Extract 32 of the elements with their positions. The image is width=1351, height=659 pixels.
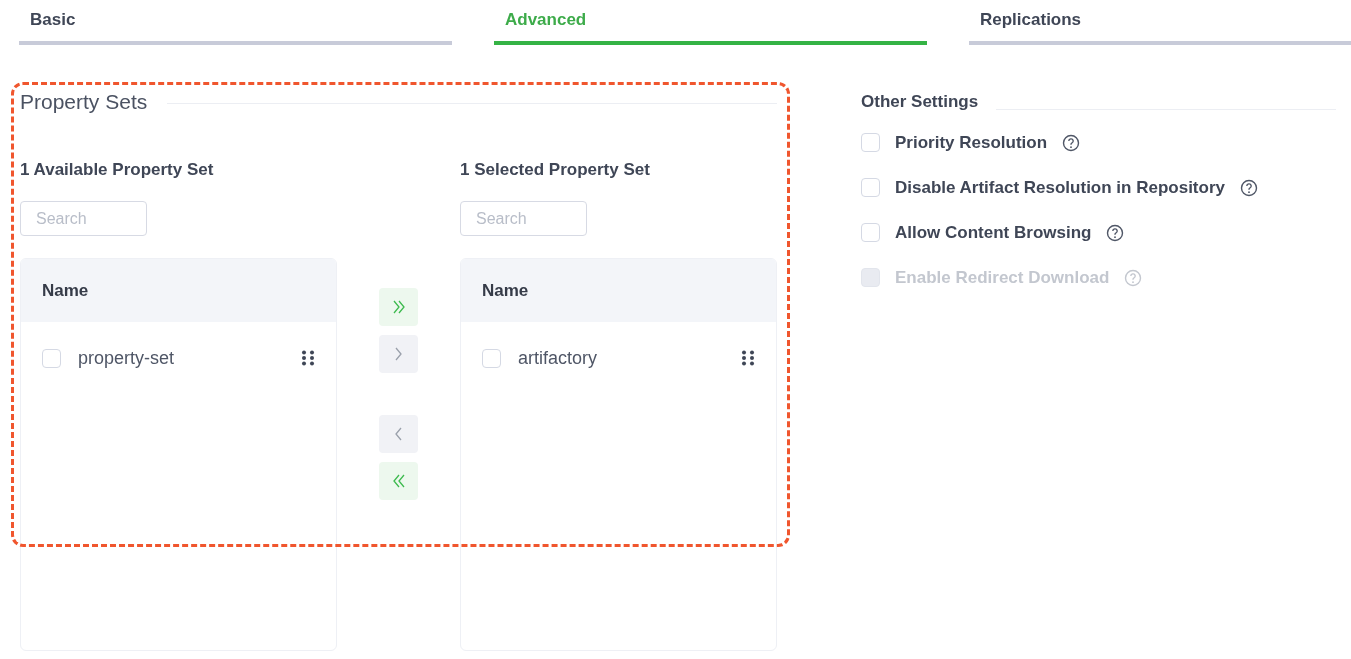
checkbox[interactable] (861, 178, 880, 197)
search-field[interactable]: Search (20, 201, 147, 236)
column-header: Name (482, 280, 529, 301)
option-label: Priority Resolution (895, 132, 1048, 153)
list-heading: 1 Selected Property Set (460, 160, 651, 180)
chevron-icon (392, 300, 405, 314)
help-icon[interactable] (1106, 223, 1125, 242)
tab[interactable]: Basic (19, 10, 452, 45)
transfer-button[interactable] (379, 288, 418, 326)
section-title: Property Sets (20, 90, 148, 114)
checkbox[interactable] (861, 223, 880, 242)
checkbox[interactable] (861, 133, 880, 152)
drag-handle-icon[interactable] (741, 350, 755, 366)
section-title: Other Settings (861, 92, 979, 112)
list-item[interactable]: artifactory (518, 347, 741, 369)
help-icon[interactable] (1062, 133, 1081, 152)
drag-handle-icon[interactable] (301, 350, 315, 366)
search-field[interactable]: Search (460, 201, 587, 236)
checkbox[interactable] (42, 348, 61, 368)
help-icon[interactable] (1240, 178, 1258, 197)
transfer-button[interactable] (379, 462, 418, 500)
option-label: Allow Content Browsing (895, 222, 1092, 243)
chevron-icon (395, 347, 402, 361)
checkbox[interactable] (482, 348, 501, 368)
chevron-icon (392, 474, 405, 488)
option-label: Enable Redirect Download (895, 267, 1110, 288)
list-heading: 1 Available Property Set (20, 160, 215, 180)
list-item[interactable]: property-set (78, 347, 301, 369)
tab[interactable]: Replications (969, 10, 1351, 45)
option-label: Disable Artifact Resolution in Repository (895, 177, 1225, 198)
chevron-icon (395, 427, 402, 441)
column-header: Name (42, 280, 89, 301)
